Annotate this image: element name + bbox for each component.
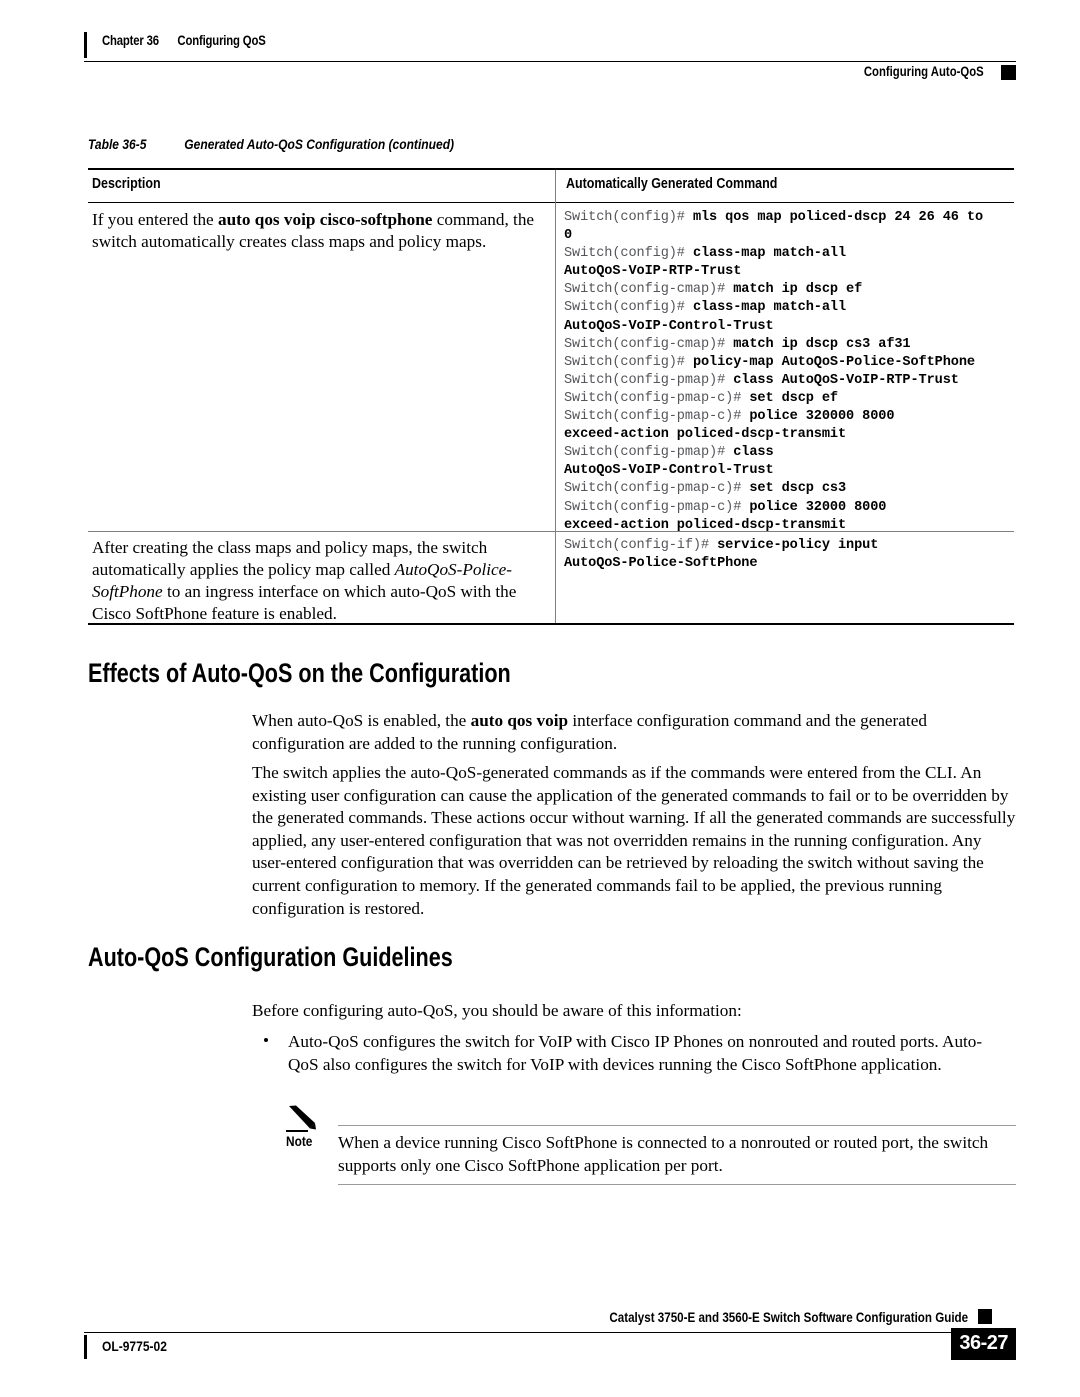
footer-square-marker (978, 1309, 992, 1324)
header-chapter-number: Chapter 36 (102, 33, 159, 48)
table-top-rule (88, 168, 1014, 170)
paragraph: When auto-QoS is enabled, the auto qos v… (252, 711, 927, 753)
table-row: If you entered the auto qos voip cisco-s… (92, 209, 544, 253)
note-label: Note (286, 1134, 313, 1149)
footer-doc-title: Catalyst 3750-E and 3560-E Switch Softwa… (609, 1310, 968, 1325)
bullet-icon (264, 1038, 268, 1042)
table-caption: Table 36-5 Generated Auto-QoS Configurati… (88, 136, 454, 152)
note-text: When a device running Cisco SoftPhone is… (338, 1133, 989, 1175)
footer-doc-number: OL-9775-02 (102, 1338, 167, 1354)
section-heading-guidelines: Auto-QoS Configuration Guidelines (88, 942, 453, 972)
header-chapter-title: Configuring QoS (177, 33, 266, 48)
paragraph: The switch applies the auto-QoS-generate… (252, 763, 1016, 918)
page-title: Effects of Auto-QoS on the Configuration (88, 658, 511, 688)
note-bottom-rule (338, 1184, 1016, 1185)
pencil-icon (286, 1104, 320, 1134)
header-chapter: Chapter 36 Configuring QoS (102, 33, 266, 48)
table-cell-command: Switch(config)# mls qos map policed-dscp… (564, 210, 984, 533)
table-column-divider (555, 170, 556, 623)
page-number-badge: 36-27 (951, 1328, 1016, 1360)
table-cell-description: After creating the class maps and policy… (92, 538, 517, 623)
list-item-text: Auto-QoS configures the switch for VoIP … (288, 1032, 983, 1074)
document-page: Chapter 36 Configuring QoS Configuring Au… (0, 0, 1080, 1397)
header-left-bar (84, 32, 87, 58)
running-header: Chapter 36 Configuring QoS Configuring Au… (84, 30, 1016, 80)
table-header-rule (88, 202, 1014, 203)
table-header-command: Automatically Generated Command (566, 176, 778, 192)
table-cell-command: Switch(config-if)# service-policy input A… (564, 538, 879, 572)
table-cell-description: If you entered the auto qos voip cisco-s… (92, 210, 535, 251)
header-rule (84, 61, 1016, 62)
table-header-description: Description (92, 176, 161, 192)
table-row: After creating the class maps and policy… (92, 537, 544, 625)
running-footer: Catalyst 3750-E and 3560-E Switch Softwa… (84, 1309, 1016, 1370)
table-caption-label: Table 36-5 (88, 136, 147, 152)
note-top-rule (338, 1125, 1016, 1126)
footer-left-bar (84, 1335, 87, 1359)
list-item: Auto-QoS configures the switch for VoIP … (252, 1031, 1017, 1076)
table-caption-title: Generated Auto-QoS Configuration (contin… (184, 136, 455, 152)
paragraph: Before configuring auto-QoS, you should … (252, 1001, 742, 1020)
header-section: Configuring Auto-QoS (864, 64, 984, 79)
footer-rule (84, 1332, 972, 1333)
header-square-marker (1001, 65, 1016, 80)
